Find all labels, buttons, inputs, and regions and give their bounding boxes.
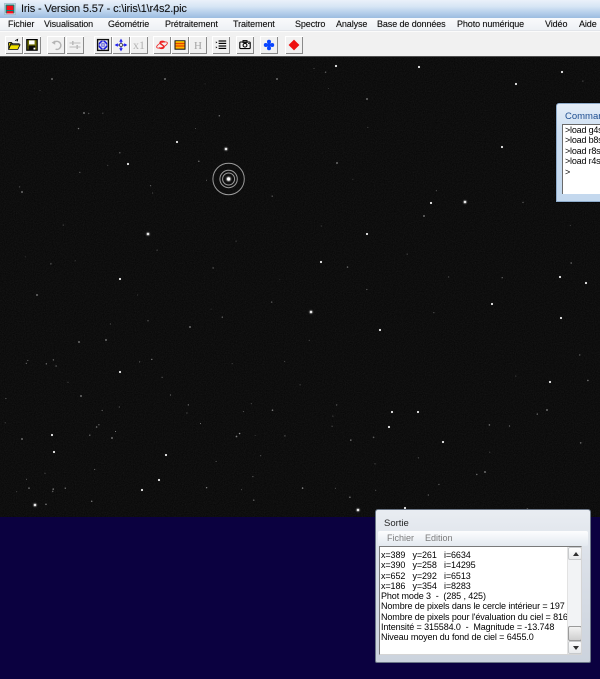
svg-text:x1: x1 [133, 38, 145, 52]
svg-text:H: H [194, 40, 202, 52]
